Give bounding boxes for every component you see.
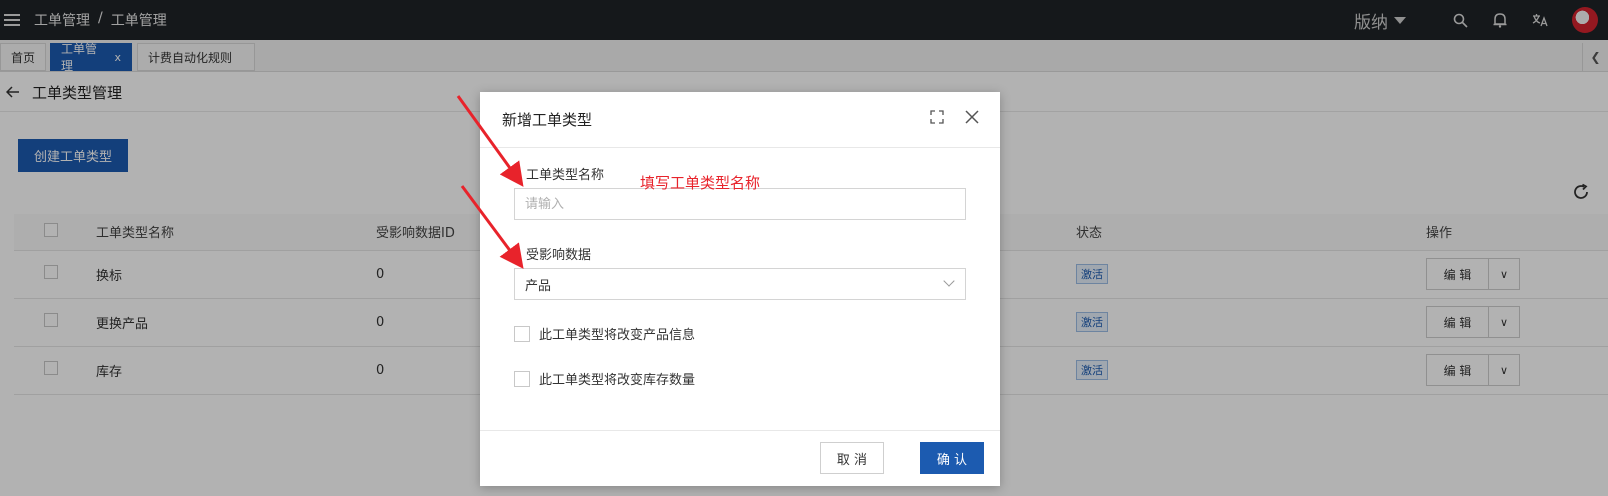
change-product-label: 此工单类型将改变产品信息 (539, 328, 696, 343)
affected-data-select[interactable]: 产品 (514, 268, 966, 300)
close-icon[interactable] (964, 106, 980, 130)
dialog-header: 新增工单类型 (480, 92, 1000, 148)
chevron-down-icon (943, 275, 955, 287)
change-stock-option[interactable]: 此工单类型将改变库存数量 (514, 369, 695, 388)
change-product-option[interactable]: 此工单类型将改变产品信息 (514, 324, 695, 343)
add-ticket-type-dialog: 新增工单类型 工单类型名称 受影响数据 产品 此工单类型将改变产品信息 此工单类… (480, 92, 1000, 486)
change-stock-label: 此工单类型将改变库存数量 (539, 373, 696, 388)
select-value: 产品 (525, 278, 552, 294)
name-field-label: 工单类型名称 (526, 168, 605, 183)
dialog-footer: 取 消 确 认 (480, 430, 1000, 486)
annotation-text: 填写工单类型名称 (640, 174, 761, 192)
dialog-title: 新增工单类型 (502, 111, 593, 129)
confirm-button[interactable]: 确 认 (920, 442, 984, 474)
cancel-button[interactable]: 取 消 (820, 442, 884, 474)
change-stock-checkbox[interactable] (514, 370, 530, 387)
data-field-label: 受影响数据 (526, 248, 592, 263)
change-product-checkbox[interactable] (514, 325, 530, 342)
fullscreen-icon[interactable] (930, 110, 944, 128)
